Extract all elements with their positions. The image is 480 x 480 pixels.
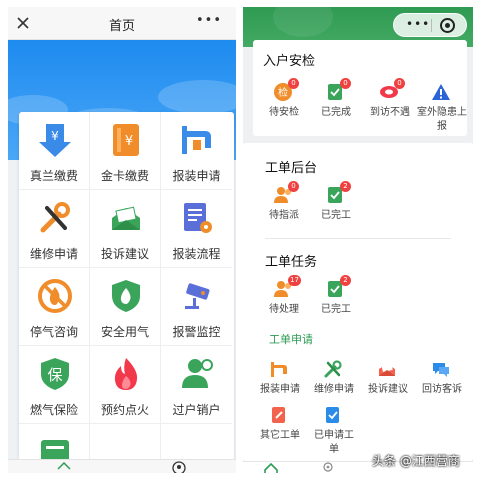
svg-text:检: 检	[278, 86, 288, 99]
close-target-icon[interactable]	[440, 18, 455, 33]
more-menu-icon[interactable]: •••	[196, 13, 222, 28]
shield-flame-icon	[112, 280, 140, 312]
camera-icon	[185, 283, 210, 309]
grid-item-empty	[90, 424, 161, 462]
home-tab-icon[interactable]	[57, 462, 71, 473]
svg-text:保: 保	[47, 366, 62, 384]
inspection-not-met[interactable]: 0 到访不遇	[363, 78, 417, 128]
svg-text:¥: ¥	[125, 134, 133, 149]
inspection-pending[interactable]: 检 0 待安检	[257, 78, 311, 128]
edit-doc-icon	[272, 407, 285, 423]
backend-finished[interactable]: 2 已完工	[309, 181, 363, 231]
more-menu-icon[interactable]: •••	[406, 17, 430, 31]
outdoor-hazard-report[interactable]: 室外隐患上报	[415, 82, 469, 132]
backend-to-assign[interactable]: 0 待指派	[257, 181, 311, 231]
grid-item-install-process[interactable]: 报装流程	[161, 190, 232, 268]
grid-item-empty	[161, 424, 232, 462]
wrench-icon	[40, 202, 70, 233]
mini-program-capsule: •••	[393, 13, 467, 37]
insurance-icon: 保	[41, 358, 69, 390]
grid-item-ignition-booking[interactable]: 预约点火	[90, 346, 161, 424]
workorder-screen: ••• 入户安检 检 0 待安检 0 已完成 0 到访不遇 室外隐患上 报 工单…	[243, 7, 473, 473]
top-nav-bar: 首页 •••	[8, 7, 236, 40]
grid-item-goldcard-payment[interactable]: ¥ 金卡缴费	[90, 112, 161, 190]
form-gear-icon	[184, 203, 212, 233]
apply-install[interactable]: 报装申请	[253, 359, 307, 405]
apply-complaint[interactable]: 投诉建议	[361, 359, 415, 405]
workorder-card: 工单后台 0 待指派 2 已完工 工单任务 17 待处理 2 已完工 工单申请 …	[243, 143, 473, 461]
envelope-icon	[112, 206, 140, 230]
check-doc-icon	[326, 407, 339, 423]
watermark: 头条 @江西营商	[372, 454, 460, 468]
grid-item-gas-stop-inquiry[interactable]: 停气咨询	[19, 268, 90, 346]
tasks-title: 工单任务	[265, 255, 318, 270]
grid-item-zhenlan-payment[interactable]: ¥ 真兰缴费	[19, 112, 90, 190]
ticket-icon	[41, 440, 69, 462]
grid-item-partial[interactable]	[19, 424, 90, 462]
yuan-card-icon: ¥	[113, 124, 139, 156]
grid-item-gas-insurance[interactable]: 保 燃气保险	[19, 346, 90, 424]
envelope-icon	[379, 363, 395, 376]
apply-submitted[interactable]: 已申请工单	[307, 405, 361, 455]
apply-revisit[interactable]: 回访客诉	[415, 359, 469, 405]
grid-item-alarm-monitor[interactable]: 报警监控	[161, 268, 232, 346]
inspection-done[interactable]: 0 已完成	[309, 78, 363, 128]
wrench-icon	[324, 360, 342, 378]
svg-text:¥: ¥	[51, 129, 59, 143]
bottom-tab-bar	[8, 459, 236, 473]
grid-item-install-apply[interactable]: 报装申请	[161, 112, 232, 190]
tasks-pending[interactable]: 17 待处理	[257, 275, 311, 325]
service-grid: ¥ 真兰缴费 ¥ 金卡缴费 报装申请 维修申请 投诉建议 报装流程 停气咨询 安…	[19, 112, 234, 462]
faucet-icon	[182, 126, 211, 154]
inspection-title: 入户安检	[263, 54, 316, 69]
no-flame-icon	[38, 279, 72, 313]
apply-other[interactable]: 其它工单	[253, 405, 307, 451]
apply-title: 工单申请	[269, 333, 313, 346]
home-screen: 首页 ••• ¥ 真兰缴费 ¥ 金卡缴费 报装申请 维修申请 投诉建议 报装流程…	[8, 7, 236, 473]
chat-icon	[433, 363, 449, 377]
location-tab-icon[interactable]	[322, 462, 334, 473]
grid-item-transfer-cancel[interactable]: 过户销户	[161, 346, 232, 424]
apply-repair[interactable]: 维修申请	[307, 359, 361, 405]
warning-icon	[432, 84, 450, 100]
tasks-finished[interactable]: 2 已完工	[309, 275, 363, 325]
grid-item-safe-gas[interactable]: 安全用气	[90, 268, 161, 346]
grid-item-complaint[interactable]: 投诉建议	[90, 190, 161, 268]
backend-title: 工单后台	[265, 161, 318, 176]
fire-icon	[114, 358, 138, 390]
inspection-card: 入户安检 检 0 待安检 0 已完成 0 到访不遇 室外隐患上 报	[253, 40, 467, 136]
home-tab-icon[interactable]	[263, 462, 279, 473]
faucet-icon	[271, 362, 287, 377]
profile-tab-icon[interactable]	[172, 461, 186, 473]
yuan-download-icon: ¥	[39, 124, 71, 157]
screenshot-page: 首页 ••• ¥ 真兰缴费 ¥ 金卡缴费 报装申请 维修申请 投诉建议 报装流程…	[0, 0, 480, 480]
user-transfer-icon	[182, 359, 213, 388]
grid-item-repair-apply[interactable]: 维修申请	[19, 190, 90, 268]
